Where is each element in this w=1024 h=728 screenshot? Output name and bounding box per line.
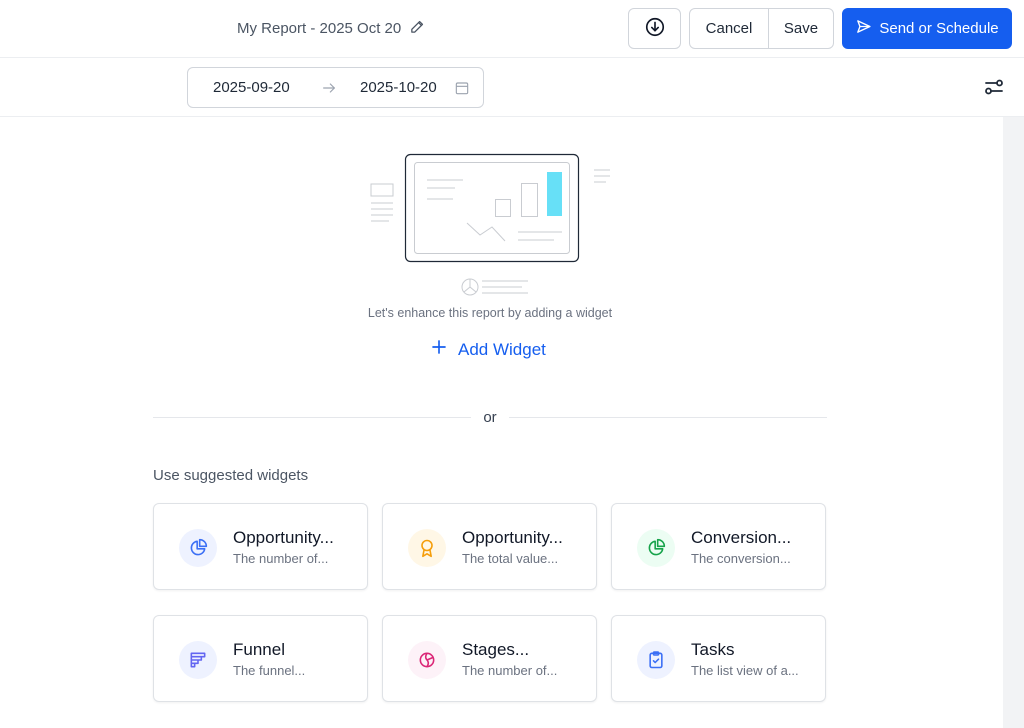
award-icon xyxy=(408,529,446,567)
calendar-icon[interactable] xyxy=(454,80,470,100)
suggested-widget-card[interactable]: Stages... The number of... xyxy=(382,615,597,702)
suggested-widget-card[interactable]: Opportunity... The number of... xyxy=(153,503,368,590)
scrollbar-track[interactable] xyxy=(1003,117,1024,728)
suggested-widget-card[interactable]: Opportunity... The total value... xyxy=(382,503,597,590)
card-description: The total value... xyxy=(462,551,559,566)
pie-slice-icon xyxy=(408,641,446,679)
report-title: My Report - 2025 Oct 20 xyxy=(237,20,402,37)
clipboard-check-icon xyxy=(637,641,675,679)
suggested-widgets-label: Use suggested widgets xyxy=(153,467,309,484)
pie-chart-icon xyxy=(637,529,675,567)
divider-left xyxy=(153,417,471,418)
card-description: The number of... xyxy=(462,663,558,678)
date-start[interactable]: 2025-09-20 xyxy=(213,79,290,96)
empty-report-illustration xyxy=(360,148,620,300)
card-description: The list view of a... xyxy=(691,663,799,678)
download-icon xyxy=(644,16,666,42)
card-title: Tasks xyxy=(691,640,735,659)
card-title: Conversion... xyxy=(691,528,792,547)
date-toolbar: 2025-09-20 2025-10-20 xyxy=(0,58,1024,117)
pencil-icon[interactable] xyxy=(409,18,426,39)
suggested-widget-card[interactable]: Tasks The list view of a... xyxy=(611,615,826,702)
suggested-widget-card[interactable]: Funnel The funnel... xyxy=(153,615,368,702)
card-title: Opportunity... xyxy=(233,528,334,547)
divider-or-text: or xyxy=(483,409,497,426)
card-description: The number of... xyxy=(233,551,329,566)
send-or-schedule-label: Send or Schedule xyxy=(879,20,999,37)
top-header: My Report - 2025 Oct 20 Cancel Save Send… xyxy=(0,0,1024,58)
download-button[interactable] xyxy=(628,8,681,49)
pie-chart-icon xyxy=(179,529,217,567)
add-widget-button[interactable]: Add Widget xyxy=(430,338,546,361)
date-end[interactable]: 2025-10-20 xyxy=(360,79,437,96)
card-title: Opportunity... xyxy=(462,528,563,547)
add-widget-label: Add Widget xyxy=(458,339,546,359)
empty-state-message: Let's enhance this report by adding a wi… xyxy=(367,306,613,320)
arrow-right-icon xyxy=(321,80,337,100)
divider-right xyxy=(509,417,827,418)
card-title: Funnel xyxy=(233,640,285,659)
send-icon xyxy=(855,18,872,39)
card-description: The conversion... xyxy=(691,551,791,566)
cancel-button[interactable]: Cancel xyxy=(690,9,769,48)
cancel-save-group: Cancel Save xyxy=(689,8,834,49)
save-button[interactable]: Save xyxy=(769,9,833,48)
card-title: Stages... xyxy=(462,640,530,659)
suggested-widget-card[interactable]: Conversion... The conversion... xyxy=(611,503,826,590)
filter-settings-icon[interactable] xyxy=(982,75,1006,99)
send-or-schedule-button[interactable]: Send or Schedule xyxy=(842,8,1012,49)
funnel-icon xyxy=(179,641,217,679)
card-description: The funnel... xyxy=(233,663,306,678)
plus-icon xyxy=(430,338,448,361)
report-title-area[interactable]: My Report - 2025 Oct 20 xyxy=(237,18,426,39)
date-range-picker[interactable]: 2025-09-20 2025-10-20 xyxy=(187,67,484,108)
